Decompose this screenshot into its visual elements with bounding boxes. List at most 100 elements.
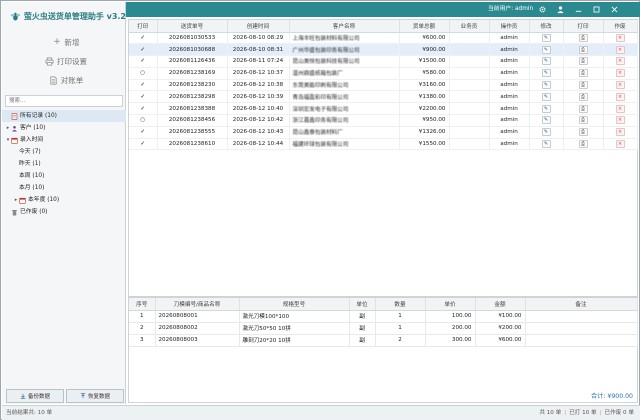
- orders-column-header[interactable]: 创建时间: [227, 20, 290, 33]
- detail-column-header[interactable]: 单位: [349, 298, 376, 311]
- void-button[interactable]: ×: [615, 81, 625, 90]
- tree-item[interactable]: 昨天 (1): [2, 158, 126, 170]
- tree-item[interactable]: ▸ 本年度 (10): [2, 194, 126, 206]
- print-button[interactable]: ⎙: [578, 57, 588, 66]
- created-time: 2026-08-12 10:40: [227, 102, 290, 116]
- tree-item[interactable]: ▸ 客户 (10): [2, 122, 126, 134]
- void-button[interactable]: ×: [615, 57, 625, 66]
- print-button[interactable]: ⎙: [578, 69, 588, 78]
- edit-button[interactable]: ✎: [541, 128, 551, 137]
- detail-column-header[interactable]: 规格型号: [239, 298, 350, 311]
- table-row[interactable]: ✓ 2026081238298 2026-08-12 10:39 青岛福盈彩印有限公司…: [129, 90, 638, 104]
- orders-column-header[interactable]: 打印: [563, 20, 604, 33]
- detail-column-header[interactable]: 数量: [375, 298, 426, 311]
- printer-icon: ⎙: [580, 70, 585, 77]
- print-button[interactable]: ⎙: [578, 45, 588, 54]
- maximize-icon[interactable]: [592, 5, 601, 14]
- item-qty: 2: [375, 334, 426, 347]
- table-row[interactable]: ✓ 2026081238610 2026-08-12 10:44 福建环球包装有限公司…: [129, 138, 638, 151]
- orders-column-header[interactable]: 客户名称: [289, 20, 400, 33]
- detail-column-header[interactable]: 备注: [525, 298, 638, 311]
- item-amount: ¥100.00: [475, 310, 526, 323]
- void-button[interactable]: ×: [615, 45, 625, 54]
- restore-button[interactable]: 恢复数据: [66, 389, 124, 403]
- table-row[interactable]: 1 20260808001 激光刀模100*100 副 1 100.00 ¥100.00: [129, 310, 638, 323]
- tree-item[interactable]: 本月 (10): [2, 182, 126, 194]
- void-button[interactable]: ×: [615, 116, 625, 125]
- order-amount: ¥1380.00: [399, 90, 450, 104]
- print-button[interactable]: ⎙: [578, 33, 588, 42]
- edit-button[interactable]: ✎: [541, 33, 551, 42]
- void-button[interactable]: ×: [615, 140, 625, 149]
- void-button-cell: ×: [603, 32, 638, 45]
- table-row[interactable]: 2 20260808002 激光刀50*50 10拼副 1 200.00 ¥200.00: [129, 322, 638, 335]
- tree-item-label: 今天 (7): [19, 149, 41, 155]
- void-button[interactable]: ×: [615, 128, 625, 137]
- backup-button[interactable]: 备份数据: [6, 389, 64, 403]
- new-button[interactable]: + 新增: [26, 34, 106, 50]
- close-icon[interactable]: [610, 5, 619, 14]
- item-code: 20260808002: [155, 322, 240, 335]
- void-button-cell: ×: [603, 126, 638, 139]
- print-button[interactable]: ⎙: [578, 128, 588, 137]
- void-button[interactable]: ×: [615, 104, 625, 113]
- print-button[interactable]: ⎙: [578, 140, 588, 149]
- void-button-cell: ×: [603, 43, 638, 57]
- tree-item[interactable]: 本周 (10): [2, 170, 126, 182]
- detail-column-header[interactable]: 金额: [475, 298, 526, 311]
- tree-item[interactable]: 所有记录 (10): [2, 110, 126, 122]
- tree-item[interactable]: 今天 (7): [2, 146, 126, 158]
- void-button[interactable]: ×: [615, 33, 625, 42]
- print-button[interactable]: ⎙: [578, 104, 588, 113]
- backup-label: 备份数据: [27, 394, 50, 400]
- detail-column-header[interactable]: 序号: [129, 298, 156, 311]
- edit-button[interactable]: ✎: [541, 69, 551, 78]
- edit-button[interactable]: ✎: [541, 140, 551, 149]
- printer-icon: [45, 57, 54, 65]
- salesperson: [449, 55, 490, 68]
- orders-column-header[interactable]: 业务员: [449, 20, 490, 33]
- user-icon[interactable]: [556, 5, 565, 14]
- table-row[interactable]: ✓ 2026081030688 2026-08-10 08:31 广州华盛包装印务有限…: [129, 43, 638, 57]
- edit-button[interactable]: ✎: [541, 81, 551, 90]
- edit-button[interactable]: ✎: [541, 116, 551, 125]
- print-button[interactable]: ⎙: [578, 92, 588, 101]
- order-number: 2026081030533: [157, 32, 228, 45]
- table-row[interactable]: ○ 2026081238456 2026-08-12 10:42 浙江嘉鑫印务有限公司…: [129, 114, 638, 127]
- statement-button[interactable]: 对账单: [26, 72, 106, 88]
- orders-column-header[interactable]: 操作员: [489, 20, 530, 33]
- created-time: 2026-08-12 10:39: [227, 90, 290, 104]
- search-input[interactable]: [5, 95, 123, 107]
- void-button[interactable]: ×: [615, 92, 625, 101]
- orders-column-header[interactable]: 货单总额: [399, 20, 450, 33]
- table-row[interactable]: ○ 2026081238169 2026-08-12 10:37 温州鼎盛纸箱包装厂 ¥…: [129, 67, 638, 80]
- edit-button[interactable]: ✎: [541, 57, 551, 66]
- salesperson: [449, 67, 490, 80]
- gear-icon[interactable]: [538, 5, 547, 14]
- detail-column-header[interactable]: 单价: [425, 298, 476, 311]
- print-button[interactable]: ⎙: [578, 116, 588, 125]
- table-row[interactable]: ✓ 2026081126436 2026-08-11 07:24 昆山美恒包装科技有限…: [129, 55, 638, 68]
- tree-item[interactable]: ▾ 录入时间: [2, 134, 126, 146]
- status-separator: |: [599, 410, 602, 416]
- table-row[interactable]: ✓ 2026081238230 2026-08-12 10:38 东莞美能印刷有限公司…: [129, 79, 638, 92]
- orders-column-header[interactable]: 打印: [129, 20, 158, 33]
- edit-button[interactable]: ✎: [541, 45, 551, 54]
- void-button[interactable]: ×: [615, 69, 625, 78]
- tree-item[interactable]: 已作废 (0): [2, 206, 126, 218]
- orders-column-header[interactable]: 送货单号: [157, 20, 228, 33]
- orders-column-header[interactable]: 作废: [603, 20, 638, 33]
- table-row[interactable]: ✓ 2026081238555 2026-08-12 10:43 昆山鑫泰包装材料厂 ¥…: [129, 126, 638, 139]
- print-button[interactable]: ⎙: [578, 81, 588, 90]
- print-settings-button[interactable]: 打印设置: [26, 53, 106, 69]
- table-row[interactable]: 3 20260808003 雕刻刀20*20 10拼副 2 300.00 ¥600.00: [129, 334, 638, 347]
- edit-icon: ✎: [543, 117, 549, 124]
- minimize-icon[interactable]: [574, 5, 583, 14]
- detail-column-header[interactable]: 刀模编号/商品名称: [155, 298, 240, 311]
- table-row[interactable]: ✓ 2026081030533 2026-08-10 08:29 上海丰旺包装材料有限…: [129, 32, 638, 45]
- table-row[interactable]: ✓ 2026081238388 2026-08-12 10:40 深圳宏发电子有限公司…: [129, 102, 638, 116]
- order-amount: ¥580.00: [399, 67, 450, 80]
- edit-button[interactable]: ✎: [541, 92, 551, 101]
- orders-column-header[interactable]: 修改: [529, 20, 564, 33]
- edit-button[interactable]: ✎: [541, 104, 551, 113]
